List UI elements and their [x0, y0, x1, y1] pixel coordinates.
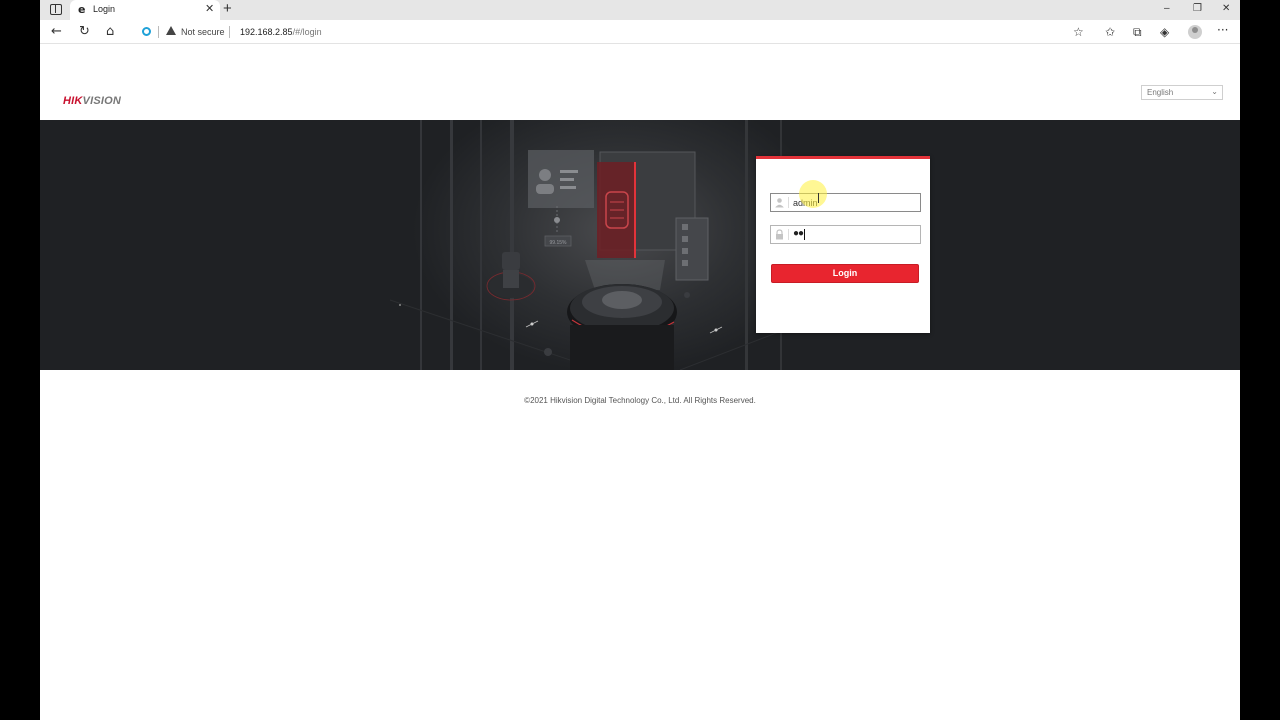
field-divider — [788, 229, 789, 240]
tab-strip: e Login ✕ + – ❐ ✕ — [40, 0, 1240, 20]
language-selected: English — [1147, 88, 1174, 97]
tab-actions-icon[interactable] — [50, 4, 62, 15]
page-header: HIKVISION English ⌄ — [40, 45, 1240, 120]
logo-vision: VISION — [82, 95, 122, 107]
restore-icon[interactable]: ❐ — [1193, 3, 1202, 15]
password-input[interactable]: ●● — [793, 228, 804, 239]
tab-title: Login — [93, 4, 116, 14]
tab-close-icon[interactable]: ✕ — [205, 3, 214, 15]
cursor-highlight — [799, 180, 827, 208]
tab-login[interactable]: e Login ✕ — [70, 0, 220, 20]
chevron-down-icon: ⌄ — [1211, 87, 1218, 96]
url-text[interactable]: 192.168.2.85/#/login — [240, 27, 322, 37]
collections-icon[interactable]: ⧉ — [1133, 25, 1142, 39]
new-tab-icon[interactable]: + — [223, 1, 232, 17]
url-path: /#/login — [292, 27, 322, 37]
minimize-icon[interactable]: – — [1164, 3, 1170, 15]
logo-hik: HIK — [63, 95, 83, 107]
browser-essentials-icon[interactable]: ◈ — [1160, 25, 1169, 39]
favorites-icon[interactable]: ✩ — [1105, 25, 1115, 39]
lock-icon — [776, 229, 783, 240]
login-button[interactable]: Login — [771, 264, 919, 283]
home-icon[interactable]: ⌂ — [106, 24, 114, 39]
refresh-icon[interactable]: ↻ — [79, 24, 90, 39]
site-info-icon[interactable] — [142, 27, 151, 36]
divider — [229, 26, 230, 38]
hikvision-logo: HIKVISION — [63, 95, 121, 107]
banner-percent: 99.15% — [550, 240, 568, 246]
copyright-footer: ©2021 Hikvision Digital Technology Co., … — [524, 396, 756, 405]
browser-toolbar: ← ↻ ⌂ Not secure 192.168.2.85/#/login ☆ … — [40, 20, 1240, 44]
login-panel: ●● Login — [756, 156, 930, 333]
address-bar[interactable]: Not secure 192.168.2.85/#/login — [132, 22, 1100, 42]
text-caret — [804, 229, 805, 240]
profile-icon[interactable] — [1188, 25, 1202, 39]
language-select[interactable]: English ⌄ — [1141, 85, 1223, 100]
text-cursor-icon — [818, 193, 819, 203]
field-divider — [788, 197, 789, 208]
edge-favicon-icon: e — [78, 3, 86, 16]
username-field[interactable] — [770, 193, 921, 212]
back-icon[interactable]: ← — [51, 24, 62, 39]
warning-icon — [166, 26, 176, 35]
divider — [158, 26, 159, 38]
user-icon — [775, 198, 784, 208]
more-menu-icon[interactable]: ··· — [1217, 23, 1228, 37]
window-close-icon[interactable]: ✕ — [1222, 3, 1230, 15]
browser-window: e Login ✕ + – ❐ ✕ ← ↻ ⌂ Not secure 192.1… — [40, 0, 1240, 720]
add-favorite-icon[interactable]: ☆ — [1073, 25, 1084, 39]
url-host: 192.168.2.85 — [240, 27, 293, 37]
password-field[interactable]: ●● — [770, 225, 921, 244]
security-status[interactable]: Not secure — [181, 27, 225, 37]
security-illustration: 99.15% — [389, 120, 811, 370]
hero-banner: 99.15% — [40, 120, 1240, 370]
